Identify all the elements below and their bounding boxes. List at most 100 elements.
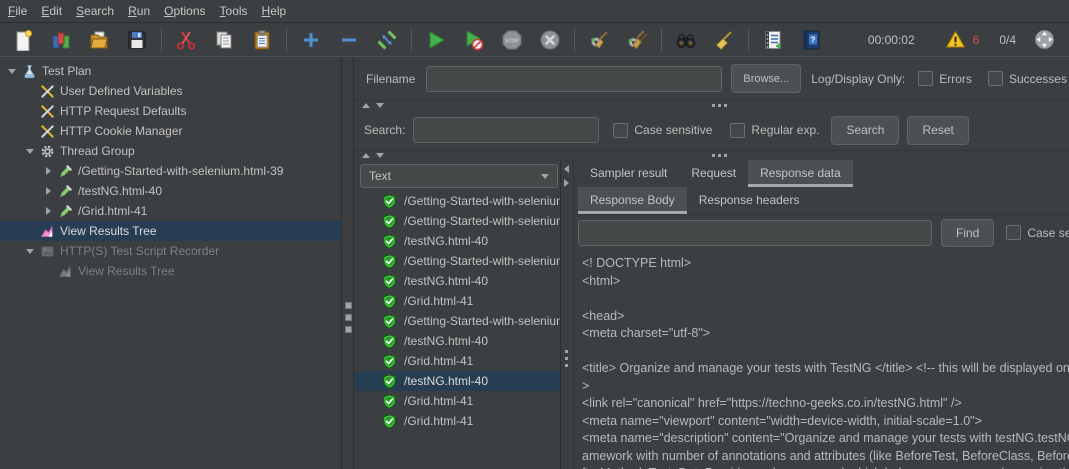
stop-button[interactable] bbox=[499, 27, 525, 53]
splitter-grip[interactable] bbox=[345, 302, 352, 333]
find-button[interactable]: Find bbox=[941, 218, 995, 247]
result-item[interactable]: /Getting-Started-with-selenium.html-39 bbox=[354, 191, 560, 211]
remove-button[interactable] bbox=[336, 27, 362, 53]
search-row: Search: Case sensitive Regular exp. Sear… bbox=[354, 110, 1069, 150]
tree-expanded-expander-icon[interactable] bbox=[4, 63, 20, 79]
tree-item[interactable]: View Results Tree bbox=[0, 261, 341, 281]
tab-request[interactable]: Request bbox=[679, 160, 748, 187]
paste-button[interactable] bbox=[249, 27, 275, 53]
new-file-button[interactable] bbox=[10, 27, 36, 53]
browse-button[interactable]: Browse... bbox=[731, 64, 802, 93]
menu-tools[interactable]: Tools bbox=[213, 1, 255, 21]
regular-exp-checkbox[interactable] bbox=[730, 122, 746, 138]
tree-splitter[interactable] bbox=[342, 57, 354, 469]
splitter-grip[interactable] bbox=[711, 104, 727, 107]
result-item[interactable]: /Getting-Started-with-selenium.html-39 bbox=[354, 211, 560, 231]
response-subtab-row: Response Body Response headers bbox=[574, 187, 1069, 215]
subtab-response-body[interactable]: Response Body bbox=[578, 187, 687, 214]
toggle-button[interactable] bbox=[374, 27, 400, 53]
elapsed-time: 00:00:02 bbox=[867, 32, 915, 47]
search-input[interactable] bbox=[413, 117, 600, 143]
find-input[interactable] bbox=[578, 219, 932, 246]
subtab-response-headers[interactable]: Response headers bbox=[687, 187, 812, 214]
menu-file[interactable]: File bbox=[1, 1, 34, 21]
function-helper-button[interactable] bbox=[760, 27, 786, 53]
splitter-grip[interactable] bbox=[565, 350, 568, 367]
success-shield-icon bbox=[382, 274, 397, 289]
tree-item[interactable]: User Defined Variables bbox=[0, 81, 341, 101]
search-button[interactable]: Search bbox=[831, 115, 900, 145]
copy-button[interactable] bbox=[211, 27, 237, 53]
menu-run[interactable]: Run bbox=[121, 1, 157, 21]
tree-item[interactable]: HTTP Cookie Manager bbox=[0, 121, 341, 141]
cut-button[interactable] bbox=[173, 27, 199, 53]
toolbar-status: 00:00:02 6 0/4 bbox=[868, 29, 1065, 50]
menu-options[interactable]: Options bbox=[157, 1, 212, 21]
result-item[interactable]: /Grid.html-41 bbox=[354, 291, 560, 311]
case-sensitive-label: Case sensitive bbox=[634, 123, 713, 137]
result-item[interactable]: /Grid.html-41 bbox=[354, 391, 560, 411]
errors-checkbox[interactable] bbox=[918, 71, 934, 86]
save-button[interactable] bbox=[124, 27, 150, 53]
tree-item[interactable]: Thread Group bbox=[0, 141, 341, 161]
toggle-icon bbox=[376, 29, 398, 51]
help-button[interactable] bbox=[798, 27, 824, 53]
tab-response-data[interactable]: Response data bbox=[748, 160, 853, 187]
start-button[interactable] bbox=[423, 27, 449, 53]
success-shield-icon bbox=[382, 374, 397, 389]
tree-collapsed-expander-icon[interactable] bbox=[40, 183, 56, 199]
tree-item[interactable]: HTTP(S) Test Script Recorder bbox=[0, 241, 341, 261]
case-sensitive-checkbox[interactable] bbox=[613, 122, 629, 138]
tree-collapsed-expander-icon[interactable] bbox=[40, 163, 56, 179]
tree-collapsed-expander-icon[interactable] bbox=[40, 203, 56, 219]
warning-triangle-icon[interactable] bbox=[945, 29, 966, 50]
result-item[interactable]: /Grid.html-41 bbox=[354, 411, 560, 431]
tree-item[interactable]: /Getting-Started-with-selenium.html-39 bbox=[0, 161, 341, 181]
tree-item[interactable]: HTTP Request Defaults bbox=[0, 101, 341, 121]
search-reset-button[interactable] bbox=[711, 27, 737, 53]
splitter-collapse-arrows[interactable] bbox=[362, 152, 384, 159]
templates-button[interactable] bbox=[48, 27, 74, 53]
result-item[interactable]: /Getting-Started-with-selenium.html-39 bbox=[354, 251, 560, 271]
results-list-panel: Text /Getting-Started-with-selenium.html… bbox=[354, 160, 560, 469]
clear-button[interactable] bbox=[586, 27, 612, 53]
menu-help[interactable]: Help bbox=[255, 1, 294, 21]
add-button[interactable] bbox=[298, 27, 324, 53]
sampler-icon bbox=[58, 164, 73, 179]
clear-all-button[interactable] bbox=[624, 27, 650, 53]
search-button[interactable] bbox=[673, 27, 699, 53]
tree-expanded-expander-icon[interactable] bbox=[22, 243, 38, 259]
tab-sampler-result[interactable]: Sampler result bbox=[578, 160, 679, 187]
result-item[interactable]: /testNG.html-40 bbox=[354, 231, 560, 251]
toolbar-separator bbox=[748, 27, 749, 52]
successes-checkbox[interactable] bbox=[987, 71, 1003, 86]
tree-item[interactable]: View Results Tree bbox=[0, 221, 341, 241]
open-button[interactable] bbox=[86, 27, 112, 53]
result-item[interactable]: /testNG.html-40 bbox=[354, 331, 560, 351]
splitter-grip[interactable] bbox=[711, 154, 727, 157]
success-shield-icon bbox=[382, 214, 397, 229]
result-item[interactable]: /Getting-Started-with-selenium.html-39 bbox=[354, 311, 560, 331]
tree-item[interactable]: Test Plan bbox=[0, 61, 341, 81]
horizontal-splitter-1[interactable] bbox=[354, 100, 1069, 110]
splitter-collapse-arrows[interactable] bbox=[362, 102, 384, 109]
find-case-sensitive-checkbox[interactable] bbox=[1006, 225, 1022, 240]
test-plan-tree: Test Plan User Defined Variables HTTP Requ… bbox=[0, 57, 342, 469]
result-item[interactable]: /testNG.html-40 bbox=[354, 271, 560, 291]
shutdown-button[interactable] bbox=[537, 27, 563, 53]
splitter-collapse-arrows[interactable] bbox=[564, 165, 569, 187]
reset-button[interactable]: Reset bbox=[907, 115, 969, 145]
tree-item[interactable]: /testNG.html-40 bbox=[0, 181, 341, 201]
tree-expanded-expander-icon[interactable] bbox=[22, 143, 38, 159]
menu-edit[interactable]: Edit bbox=[34, 1, 69, 21]
view-selector-dropdown[interactable]: Text bbox=[360, 164, 558, 188]
results-splitter[interactable] bbox=[560, 160, 574, 469]
menu-search[interactable]: Search bbox=[69, 1, 121, 21]
result-item[interactable]: /Grid.html-41 bbox=[354, 351, 560, 371]
filename-input[interactable] bbox=[426, 65, 723, 92]
response-body-area[interactable]: <! DOCTYPE html> <html> <head> <meta cha… bbox=[574, 250, 1069, 469]
horizontal-splitter-2[interactable] bbox=[354, 150, 1069, 160]
tree-item[interactable]: /Grid.html-41 bbox=[0, 201, 341, 221]
start-no-timers-button[interactable] bbox=[461, 27, 487, 53]
result-item[interactable]: /testNG.html-40 bbox=[354, 371, 560, 391]
